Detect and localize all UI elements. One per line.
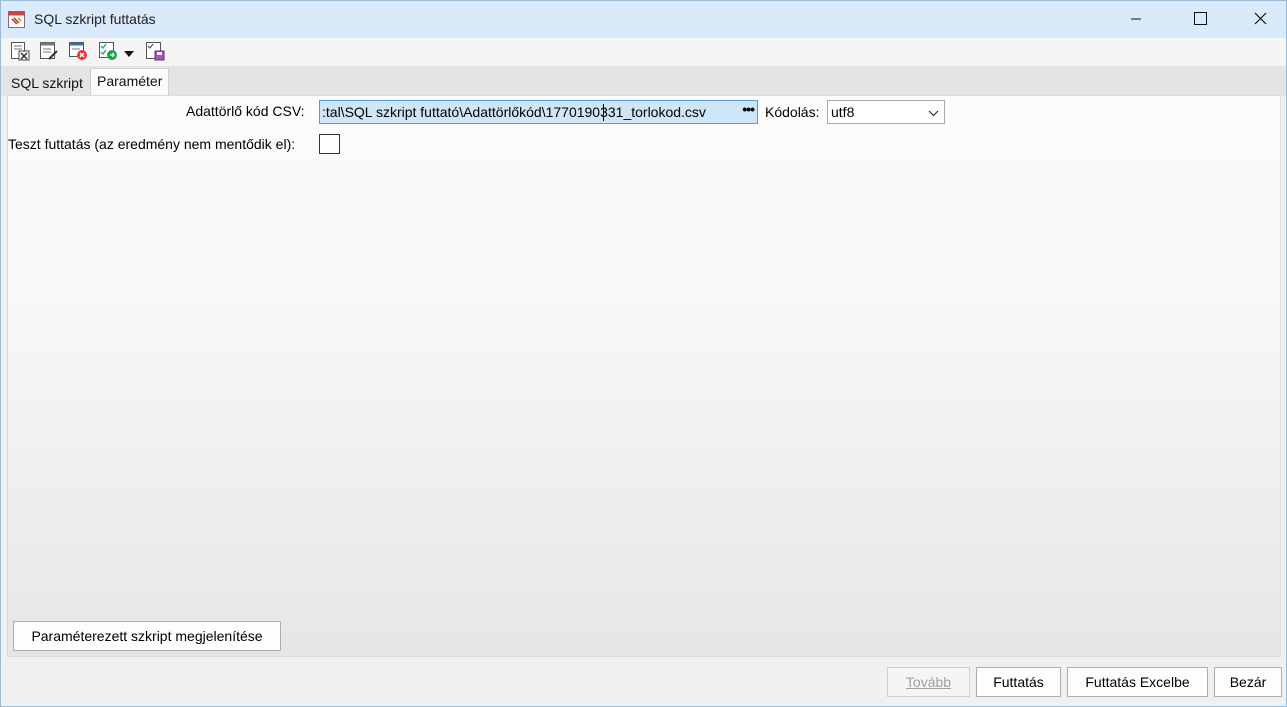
next-button[interactable]: Tovább bbox=[887, 667, 970, 697]
maximize-button[interactable] bbox=[1177, 1, 1223, 38]
browse-button[interactable]: ••• bbox=[742, 101, 755, 117]
window-title: SQL szkript futtatás bbox=[34, 11, 156, 27]
tab-sql-script[interactable]: SQL szkript bbox=[7, 71, 87, 96]
sql-script-app-icon bbox=[8, 11, 25, 28]
edit-list-icon bbox=[39, 41, 59, 64]
run-options-dropdown[interactable] bbox=[122, 42, 136, 62]
close-icon bbox=[1254, 12, 1267, 28]
button-label: Futtatás bbox=[993, 674, 1044, 690]
text-caret bbox=[603, 104, 604, 121]
checklist-run-icon bbox=[98, 41, 118, 64]
dropdown-arrow-icon bbox=[124, 44, 134, 60]
csv-label: Adattörlő kód CSV: bbox=[186, 103, 305, 119]
encoding-select[interactable]: utf8 bbox=[827, 100, 945, 124]
close-window-button[interactable] bbox=[1237, 1, 1283, 38]
delete-table-button[interactable] bbox=[67, 41, 89, 64]
delete-table-icon bbox=[68, 41, 88, 64]
checklist-run-button[interactable] bbox=[97, 41, 119, 64]
tab-strip: SQL szkript Paraméter bbox=[1, 66, 1286, 97]
csv-file-input[interactable]: :tal\SQL szkript futtató\Adattörlőkód\17… bbox=[319, 100, 758, 124]
button-label: Bezár bbox=[1229, 674, 1267, 690]
minimize-button[interactable] bbox=[1113, 1, 1159, 38]
button-label: Futtatás Excelbe bbox=[1085, 674, 1190, 690]
tab-parameter[interactable]: Paraméter bbox=[90, 68, 170, 97]
save-list-icon bbox=[145, 41, 165, 64]
tab-label: SQL szkript bbox=[11, 75, 83, 91]
encoding-label: Kódolás: bbox=[765, 104, 820, 120]
button-label: Tovább bbox=[905, 674, 952, 690]
chevron-down-icon bbox=[928, 106, 939, 122]
run-to-excel-button[interactable]: Futtatás Excelbe bbox=[1067, 667, 1208, 697]
button-label: Paraméterezett szkript megjelenítése bbox=[31, 628, 263, 644]
title-bar[interactable]: SQL szkript futtatás bbox=[1, 1, 1286, 38]
main-window: SQL szkript futtatás SQL szkript Paramét… bbox=[0, 0, 1287, 707]
test-run-label: Teszt futtatás (az eredmény nem mentődik… bbox=[8, 136, 296, 152]
run-button[interactable]: Futtatás bbox=[976, 667, 1061, 697]
save-list-button[interactable] bbox=[144, 41, 166, 64]
excel-export-button[interactable] bbox=[9, 41, 31, 64]
maximize-icon bbox=[1193, 11, 1207, 28]
csv-file-value: :tal\SQL szkript futtató\Adattörlőkód\17… bbox=[322, 104, 706, 120]
test-run-checkbox[interactable] bbox=[319, 134, 340, 154]
toolbar bbox=[1, 38, 1286, 66]
excel-export-icon bbox=[10, 41, 30, 64]
parameter-panel bbox=[7, 95, 1281, 657]
close-button[interactable]: Bezár bbox=[1214, 667, 1282, 697]
show-parameterized-script-button[interactable]: Paraméterezett szkript megjelenítése bbox=[13, 621, 281, 651]
edit-list-button[interactable] bbox=[38, 41, 60, 64]
encoding-value: utf8 bbox=[831, 104, 855, 120]
minimize-icon bbox=[1130, 12, 1142, 28]
tab-label: Paraméter bbox=[97, 73, 163, 89]
